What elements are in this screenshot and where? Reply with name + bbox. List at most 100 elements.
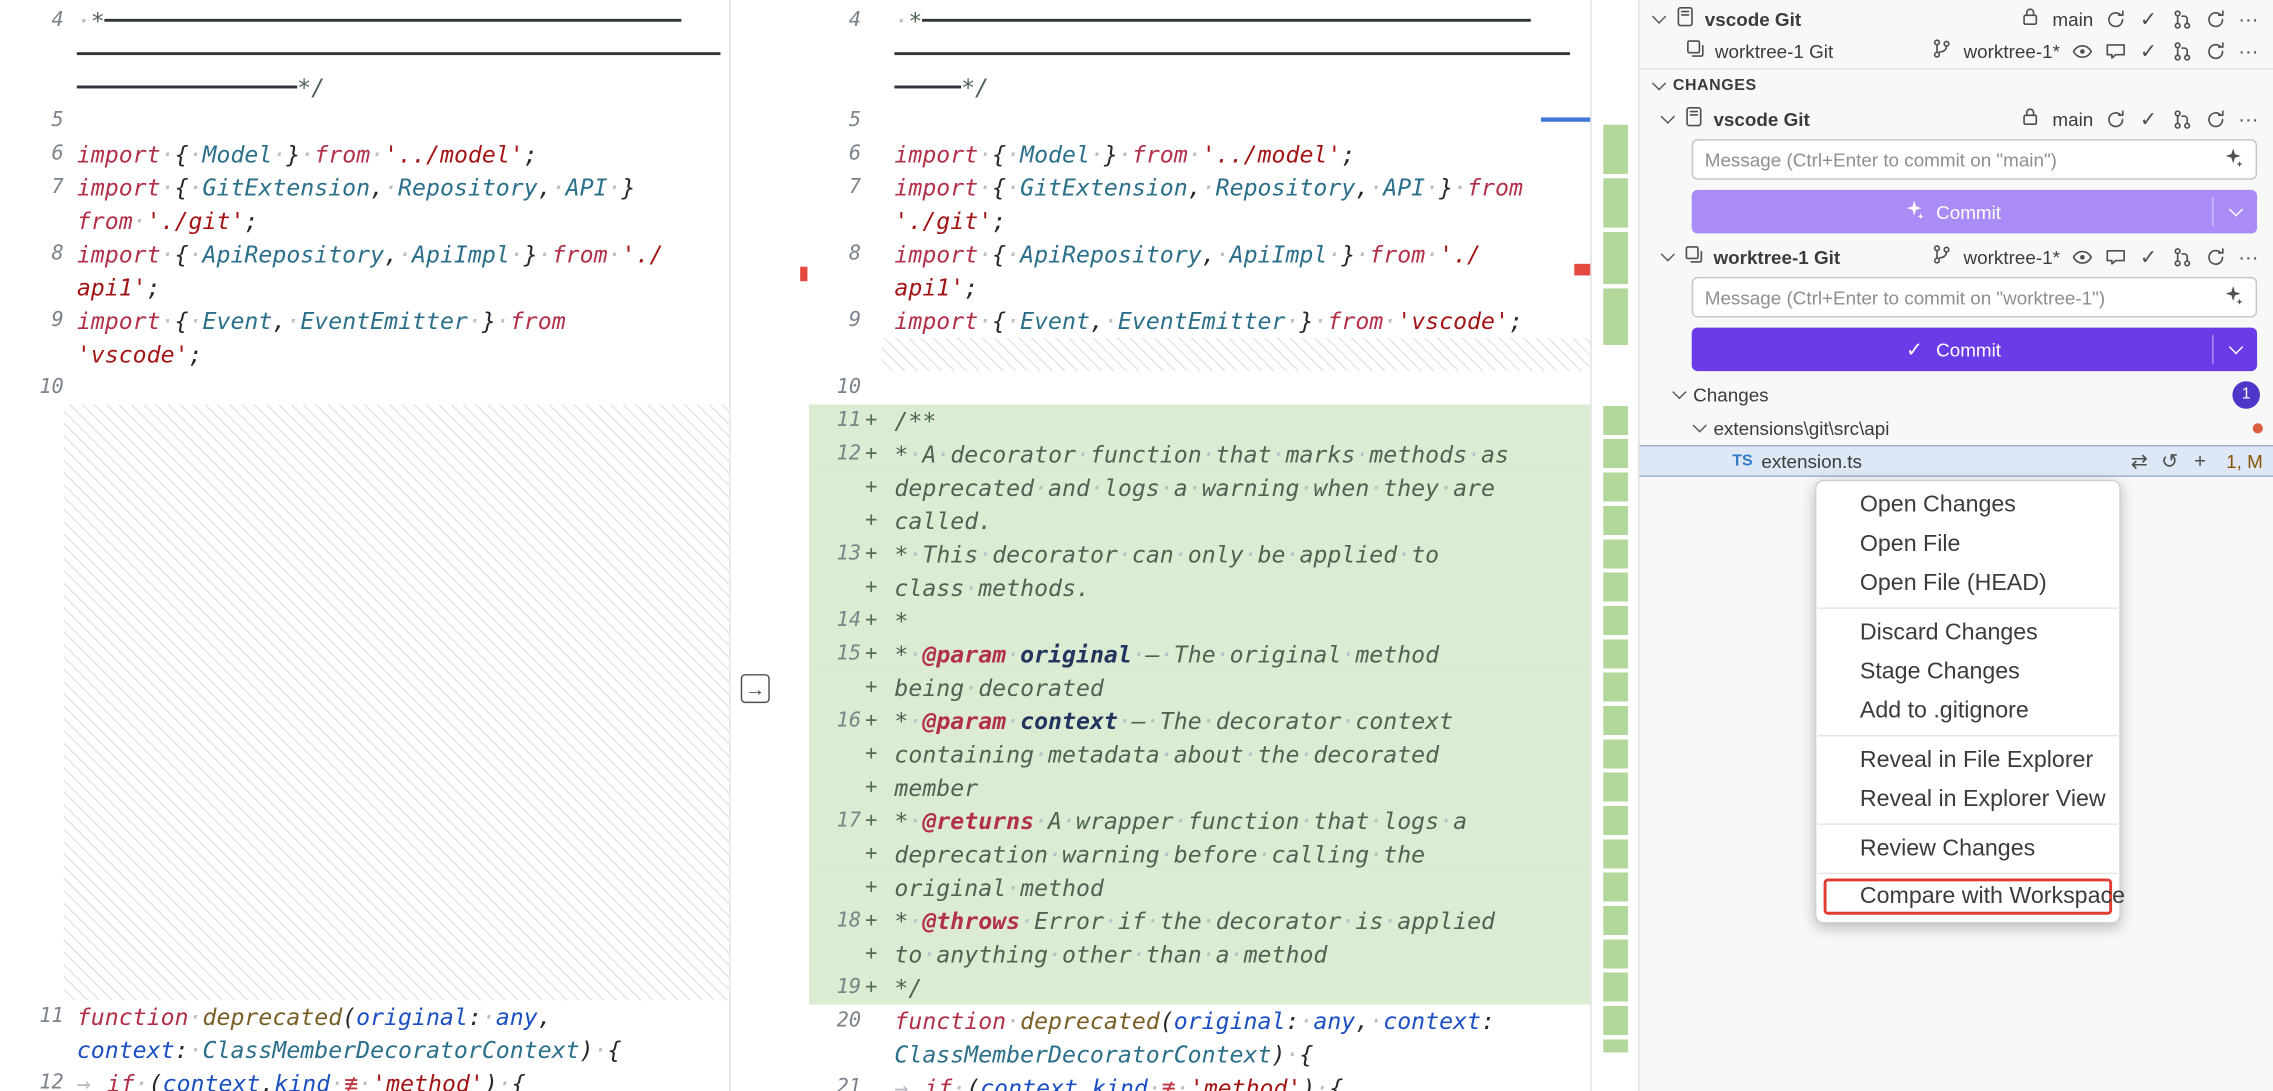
code-row[interactable]: 10 bbox=[809, 371, 1590, 404]
pr-icon[interactable] bbox=[2170, 7, 2193, 30]
sparkle-icon[interactable] bbox=[2221, 146, 2244, 169]
stage-icon[interactable]: + bbox=[2188, 449, 2211, 472]
code-row[interactable]: +containing·metadata·about·the·decorated bbox=[809, 738, 1590, 771]
code-row[interactable]: api1'; bbox=[809, 271, 1590, 304]
chevron-down-icon[interactable] bbox=[1652, 76, 1666, 90]
code-row[interactable]: 6import·{·Model·}·from·'../model'; bbox=[809, 138, 1590, 171]
open-changes-icon[interactable]: ⇄ bbox=[2128, 449, 2151, 472]
menu-item-open-file[interactable]: Open File bbox=[1816, 525, 2119, 564]
file-row-extension-ts[interactable]: TS extension.ts ⇄↺+ 1, M bbox=[1640, 445, 2273, 477]
chevron-down-icon[interactable] bbox=[1661, 110, 1675, 124]
comment-icon[interactable] bbox=[2103, 245, 2126, 268]
menu-item-add-to-gitignore[interactable]: Add to .gitignore bbox=[1816, 691, 2119, 730]
group-row-vscode[interactable]: vscode Git main ✓··· bbox=[1640, 103, 2273, 135]
menu-item-reveal-in-explorer-view[interactable]: Reveal in Explorer View bbox=[1816, 780, 2119, 819]
changes-group-row[interactable]: Changes 1 bbox=[1640, 378, 2273, 410]
arrow-right-icon[interactable]: → bbox=[744, 677, 767, 700]
chevron-down-icon[interactable] bbox=[1661, 247, 1675, 261]
commit-dropdown-button[interactable] bbox=[2214, 328, 2257, 371]
menu-item-open-file-head[interactable]: Open File (HEAD) bbox=[1816, 564, 2119, 603]
code-row[interactable]: +member bbox=[809, 771, 1590, 804]
sync-icon[interactable] bbox=[2103, 107, 2126, 130]
code-row[interactable]: context:·ClassMemberDecoratorContext)·{ bbox=[0, 1034, 729, 1067]
pr-icon[interactable] bbox=[2170, 39, 2193, 62]
more-icon[interactable]: ··· bbox=[2237, 245, 2260, 268]
refresh-icon[interactable] bbox=[2203, 7, 2226, 30]
more-icon[interactable]: ··· bbox=[2237, 107, 2260, 130]
discard-icon[interactable]: ↺ bbox=[2158, 449, 2181, 472]
code-row[interactable]: 12→if·(context.kind·≢·'method')·{ bbox=[0, 1067, 729, 1091]
refresh-icon[interactable] bbox=[2203, 107, 2226, 130]
eye-icon[interactable] bbox=[2070, 245, 2093, 268]
eye-icon[interactable] bbox=[2070, 39, 2093, 62]
changes-section-header[interactable]: CHANGES bbox=[1640, 70, 2273, 102]
diff-editor-original-pane[interactable]: 4·**/56import·{·Model·}·from·'../model';… bbox=[0, 0, 731, 1091]
menu-item-open-changes[interactable]: Open Changes bbox=[1816, 486, 2119, 525]
code-row[interactable]: './git'; bbox=[809, 204, 1590, 237]
repo-row-vscode[interactable]: vscode Git main ✓··· bbox=[1640, 3, 2273, 35]
chevron-down-icon[interactable] bbox=[1693, 418, 1707, 432]
commit-button-main[interactable]: Commit bbox=[1692, 190, 2257, 233]
check-icon[interactable]: ✓ bbox=[2137, 7, 2160, 30]
commit-message-input-main[interactable]: Message (Ctrl+Enter to commit on "main") bbox=[1692, 139, 2257, 180]
code-row[interactable]: 9import·{·Event,·EventEmitter·}·from bbox=[0, 304, 729, 337]
check-icon[interactable]: ✓ bbox=[2137, 39, 2160, 62]
code-row[interactable]: +being·decorated bbox=[809, 671, 1590, 704]
diff-editor-modified-pane[interactable]: 4·* */56import·{·Model·}·from·'../model';… bbox=[809, 0, 1592, 1091]
more-icon[interactable]: ··· bbox=[2237, 7, 2260, 30]
code-row[interactable]: 15+*·@param·original·—·The·original·meth… bbox=[809, 638, 1590, 671]
code-row[interactable]: api1'; bbox=[0, 271, 729, 304]
code-row[interactable]: 'vscode'; bbox=[0, 338, 729, 371]
code-row[interactable]: +original·method bbox=[809, 871, 1590, 904]
code-row[interactable]: */ bbox=[809, 71, 1590, 104]
code-row[interactable]: 13+*·This·decorator·can·only·be·applied·… bbox=[809, 538, 1590, 571]
check-icon[interactable]: ✓ bbox=[2137, 107, 2160, 130]
code-row[interactable]: from·'./git'; bbox=[0, 204, 729, 237]
more-icon[interactable]: ··· bbox=[2237, 39, 2260, 62]
code-row[interactable] bbox=[0, 38, 729, 71]
code-row[interactable]: 16+*·@param·context·—·The·decorator·cont… bbox=[809, 705, 1590, 738]
refresh-icon[interactable] bbox=[2203, 245, 2226, 268]
code-row[interactable]: 8import·{·ApiRepository,·ApiImpl·}·from·… bbox=[0, 238, 729, 271]
pr-icon[interactable] bbox=[2170, 245, 2193, 268]
chevron-down-icon[interactable] bbox=[1672, 385, 1686, 399]
code-row[interactable]: +deprecated·and·logs·a·warning·when·they… bbox=[809, 471, 1590, 504]
repo-row-worktree-1[interactable]: worktree-1 Git worktree-1* ✓··· bbox=[1640, 35, 2273, 67]
check-icon[interactable]: ✓ bbox=[2137, 245, 2160, 268]
code-row[interactable]: ClassMemberDecoratorContext)·{ bbox=[809, 1038, 1590, 1071]
commit-message-input-worktree[interactable]: Message (Ctrl+Enter to commit on "worktr… bbox=[1692, 277, 2257, 318]
code-row[interactable]: 9import·{·Event,·EventEmitter·}·from·'vs… bbox=[809, 304, 1590, 337]
chevron-down-icon[interactable] bbox=[1652, 9, 1666, 23]
code-row[interactable]: 18+*·@throws·Error·if·the·decorator·is·a… bbox=[809, 905, 1590, 938]
code-row[interactable]: 11+/** bbox=[809, 404, 1590, 437]
commit-button-worktree[interactable]: ✓ Commit bbox=[1692, 328, 2257, 371]
code-row[interactable]: 10 bbox=[0, 371, 729, 404]
refresh-icon[interactable] bbox=[2203, 39, 2226, 62]
code-row[interactable]: 5 bbox=[809, 104, 1590, 137]
code-row[interactable]: 8import·{·ApiRepository,·ApiImpl·}·from·… bbox=[809, 238, 1590, 271]
code-row[interactable]: +called. bbox=[809, 504, 1590, 537]
code-row[interactable]: 21→if·(context.kind·≢·'method')·{ bbox=[809, 1071, 1590, 1091]
code-row[interactable]: */ bbox=[0, 71, 729, 104]
code-row[interactable]: 7import·{·GitExtension,·Repository,·API·… bbox=[0, 171, 729, 204]
code-row[interactable]: 6import·{·Model·}·from·'../model'; bbox=[0, 138, 729, 171]
pr-icon[interactable] bbox=[2170, 107, 2193, 130]
code-row[interactable]: 7import·{·GitExtension,·Repository,·API·… bbox=[809, 171, 1590, 204]
diff-revert-arrow-button[interactable]: → bbox=[741, 674, 770, 703]
code-row[interactable]: +class·methods. bbox=[809, 571, 1590, 604]
menu-item-reveal-in-file-explorer[interactable]: Reveal in File Explorer bbox=[1816, 741, 2119, 780]
code-row[interactable]: 17+*·@returns·A·wrapper·function·that·lo… bbox=[809, 805, 1590, 838]
code-row[interactable]: 12+*·A·decorator·function·that·marks·met… bbox=[809, 438, 1590, 471]
menu-item-stage-changes[interactable]: Stage Changes bbox=[1816, 652, 2119, 691]
code-row[interactable]: 19+*/ bbox=[809, 971, 1590, 1004]
code-row[interactable] bbox=[809, 38, 1590, 71]
code-row[interactable]: 11function·deprecated(original:·any, bbox=[0, 1000, 729, 1033]
group-row-worktree-1[interactable]: worktree-1 Git worktree-1* ✓··· bbox=[1640, 241, 2273, 273]
commit-dropdown-button[interactable] bbox=[2214, 190, 2257, 233]
comment-icon[interactable] bbox=[2103, 39, 2126, 62]
code-row[interactable]: 4·* bbox=[0, 4, 729, 37]
sync-icon[interactable] bbox=[2103, 7, 2126, 30]
code-row[interactable]: 4·* bbox=[809, 4, 1590, 37]
code-row[interactable]: +deprecation·warning·before·calling·the bbox=[809, 838, 1590, 871]
menu-item-review-changes[interactable]: Review Changes bbox=[1816, 829, 2119, 868]
